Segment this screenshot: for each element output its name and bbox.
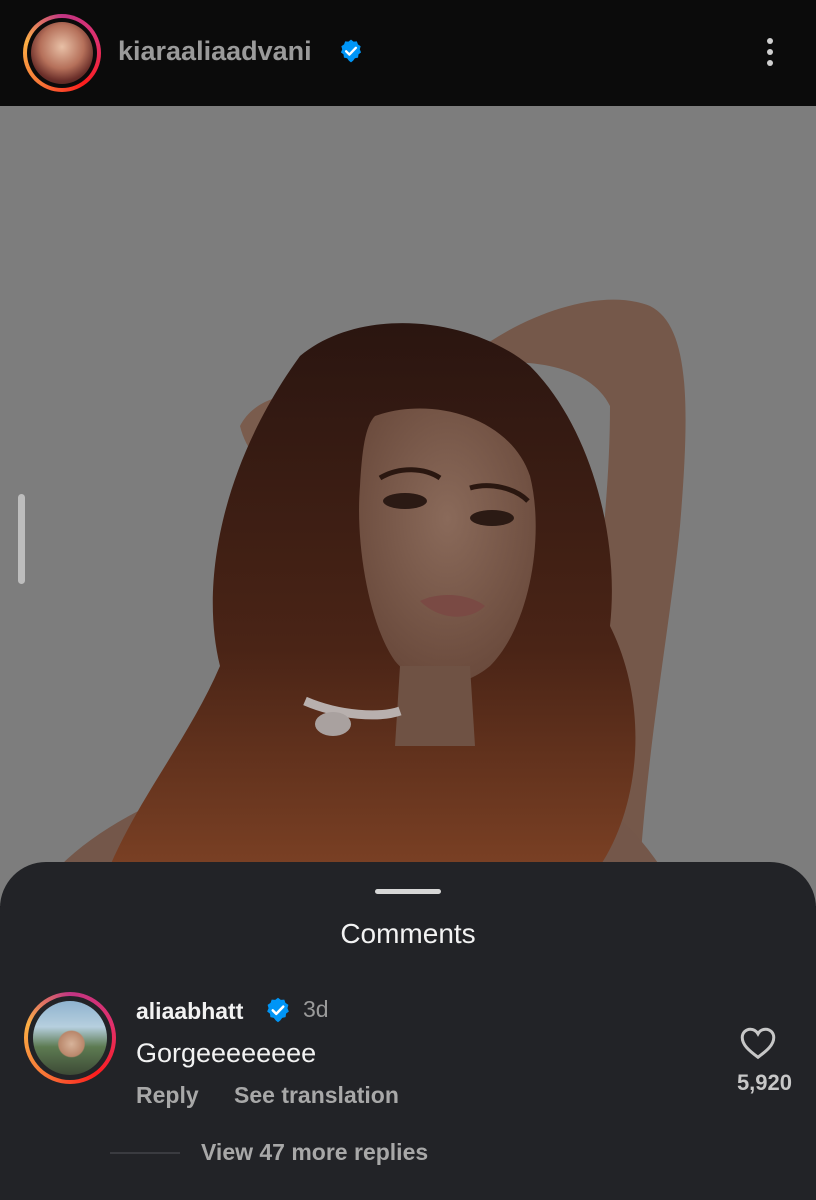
verified-badge-icon — [267, 997, 289, 1023]
comment-like-count: 5,920 — [736, 1070, 792, 1095]
comments-title: Comments — [340, 918, 476, 949]
verified-badge-icon — [340, 39, 362, 63]
post-photo — [0, 106, 816, 906]
commenter-username[interactable]: aliaabhatt — [136, 998, 243, 1025]
comment-timestamp: 3d — [303, 996, 329, 1022]
author-avatar[interactable] — [23, 14, 101, 92]
heart-icon[interactable] — [740, 1026, 776, 1060]
comment-text: Gorgeeeeeeee — [136, 1038, 317, 1068]
reply-button[interactable]: Reply — [136, 1082, 199, 1109]
replies-divider — [110, 1152, 180, 1154]
view-more-replies-button[interactable]: View 47 more replies — [201, 1139, 428, 1166]
comments-sheet: Comments aliaabhatt 3d Gorgeeeeeeee Repl… — [0, 862, 816, 1200]
post-header: kiaraaliaadvani — [0, 0, 816, 106]
see-translation-button[interactable]: See translation — [234, 1082, 399, 1109]
more-options-icon[interactable] — [756, 34, 784, 74]
commenter-avatar[interactable] — [24, 992, 116, 1084]
portrait-image — [60, 299, 686, 866]
sheet-drag-handle[interactable] — [375, 889, 441, 894]
author-username[interactable]: kiaraaliaadvani — [118, 36, 312, 67]
commenter-avatar-photo — [33, 1001, 107, 1075]
author-avatar-photo — [31, 22, 93, 84]
scrollbar-thumb[interactable] — [18, 494, 25, 584]
